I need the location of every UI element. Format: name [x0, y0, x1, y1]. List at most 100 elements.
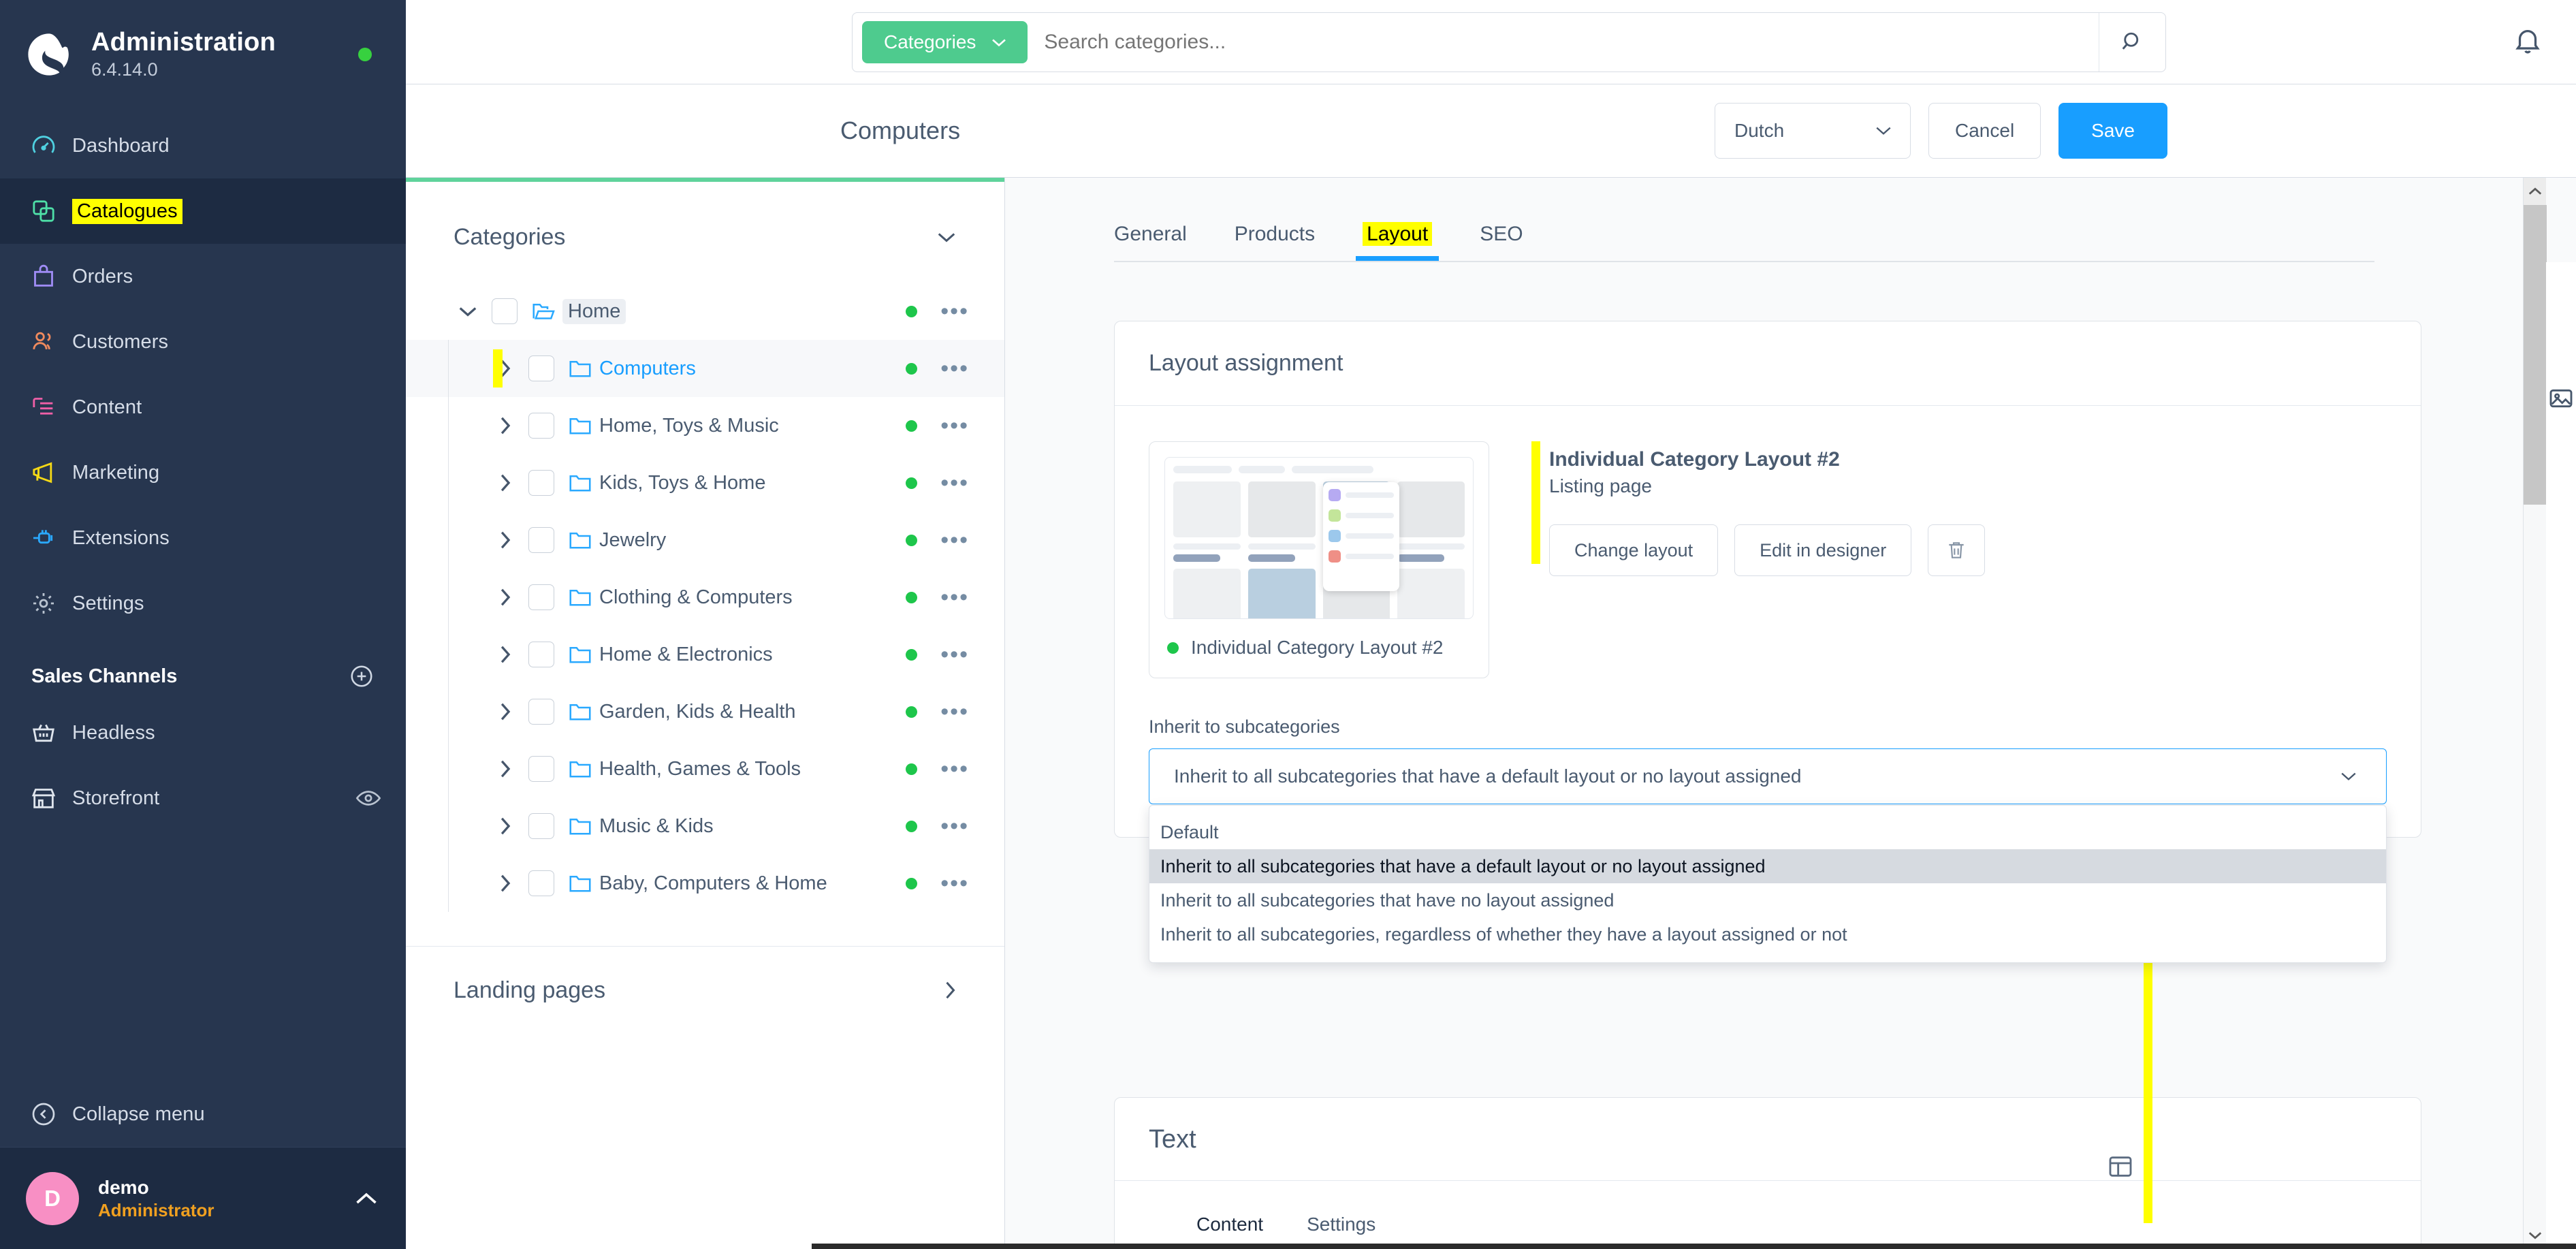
- search-scope-button[interactable]: Categories: [862, 21, 1028, 63]
- sidebar-item-marketing[interactable]: Marketing: [0, 440, 406, 505]
- tree-row[interactable]: Home •••: [406, 283, 1004, 340]
- tree-row-label[interactable]: Clothing & Computers: [599, 586, 793, 609]
- tree-row-context-menu-icon[interactable]: •••: [940, 357, 969, 380]
- chevron-right-icon[interactable]: [485, 415, 524, 436]
- tree-row-label[interactable]: Baby, Computers & Home: [599, 872, 827, 895]
- chevron-right-icon[interactable]: [485, 358, 524, 379]
- add-sales-channel-icon[interactable]: [349, 663, 375, 689]
- thumb-price: [1397, 554, 1445, 562]
- tree-row[interactable]: Garden, Kids & Health •••: [406, 683, 1004, 740]
- tree-row-checkbox[interactable]: [492, 298, 518, 324]
- tree-row-label[interactable]: Garden, Kids & Health: [599, 701, 796, 723]
- inherit-option[interactable]: Inherit to all subcategories, regardless…: [1149, 917, 2386, 951]
- scrollbar-thumb[interactable]: [2524, 205, 2547, 505]
- edit-in-designer-button[interactable]: Edit in designer: [1734, 524, 1912, 576]
- sidebar-item-content[interactable]: Content: [0, 375, 406, 440]
- tree-row-label[interactable]: Computers: [599, 358, 696, 380]
- tree-row[interactable]: Computers •••: [406, 340, 1004, 397]
- preview-eye-icon[interactable]: [355, 789, 381, 807]
- sidebar-item-dashboard[interactable]: Dashboard: [0, 113, 406, 178]
- inherit-option[interactable]: Inherit to all subcategories that have a…: [1149, 849, 2386, 883]
- scroll-up-button[interactable]: [2524, 178, 2546, 205]
- search-input[interactable]: [1044, 22, 2099, 63]
- collapse-menu-button[interactable]: Collapse menu: [0, 1081, 406, 1147]
- thumb-topbars: [1173, 466, 1465, 473]
- tree-row-context-menu-icon[interactable]: •••: [940, 643, 969, 666]
- chevron-right-icon[interactable]: [485, 873, 524, 894]
- tree-row[interactable]: Home, Toys & Music •••: [406, 397, 1004, 454]
- sidebar-item-extensions[interactable]: Extensions: [0, 505, 406, 571]
- tree-row-checkbox[interactable]: [528, 870, 554, 896]
- tree-row-checkbox[interactable]: [528, 813, 554, 839]
- tree-row-label[interactable]: Jewelry: [599, 529, 666, 552]
- search-icon[interactable]: [2099, 13, 2165, 72]
- sidebar-item-settings[interactable]: Settings: [0, 571, 406, 636]
- chevron-right-icon[interactable]: [485, 816, 524, 836]
- tree-row-checkbox[interactable]: [528, 413, 554, 439]
- vertical-scrollbar[interactable]: [2523, 178, 2547, 1249]
- tree-row-label[interactable]: Home: [562, 298, 626, 324]
- tree-row-context-menu-icon[interactable]: •••: [940, 700, 969, 723]
- tree-row[interactable]: Clothing & Computers •••: [406, 569, 1004, 626]
- layout-preview-card[interactable]: Individual Category Layout #2: [1149, 441, 1489, 678]
- inherit-select[interactable]: Inherit to all subcategories that have a…: [1149, 748, 2387, 804]
- tree-row-context-menu-icon[interactable]: •••: [940, 815, 969, 838]
- inherit-option[interactable]: Inherit to all subcategories that have n…: [1149, 883, 2386, 917]
- chevron-up-icon[interactable]: [354, 1191, 379, 1206]
- tree-row-checkbox[interactable]: [528, 642, 554, 667]
- tree-row-context-menu-icon[interactable]: •••: [940, 300, 969, 323]
- tree-row[interactable]: Health, Games & Tools •••: [406, 740, 1004, 797]
- sales-channel-item-headless[interactable]: Headless: [0, 700, 406, 765]
- tree-row-checkbox[interactable]: [528, 470, 554, 496]
- delete-layout-button[interactable]: [1928, 524, 1986, 576]
- tree-row[interactable]: Kids, Toys & Home •••: [406, 454, 1004, 511]
- tree-row-checkbox[interactable]: [528, 355, 554, 381]
- tab-general[interactable]: General: [1114, 223, 1187, 261]
- tab-seo[interactable]: SEO: [1480, 223, 1523, 261]
- chevron-right-icon[interactable]: [485, 701, 524, 722]
- tree-row-context-menu-icon[interactable]: •••: [940, 872, 969, 895]
- change-layout-button[interactable]: Change layout: [1549, 524, 1719, 576]
- tree-rail: [448, 340, 449, 397]
- language-select[interactable]: Dutch: [1715, 103, 1911, 159]
- sidebar-item-customers[interactable]: Customers: [0, 309, 406, 375]
- shopware-logo-icon: [25, 30, 74, 79]
- media-image-icon[interactable]: [2547, 385, 2575, 412]
- tree-row-checkbox[interactable]: [528, 584, 554, 610]
- cancel-button[interactable]: Cancel: [1928, 103, 2041, 159]
- sales-channel-item-storefront[interactable]: Storefront: [0, 765, 406, 831]
- tree-row[interactable]: Home & Electronics •••: [406, 626, 1004, 683]
- save-button[interactable]: Save: [2058, 103, 2167, 159]
- user-bar[interactable]: D demo Administrator: [0, 1147, 406, 1249]
- tree-row-checkbox[interactable]: [528, 699, 554, 725]
- notifications-bell-icon[interactable]: [2512, 26, 2543, 57]
- tree-row-context-menu-icon[interactable]: •••: [940, 471, 969, 494]
- tree-row-label[interactable]: Health, Games & Tools: [599, 758, 801, 780]
- tree-row[interactable]: Baby, Computers & Home •••: [406, 855, 1004, 912]
- chevron-right-icon[interactable]: [485, 759, 524, 779]
- sidebar-item-orders[interactable]: Orders: [0, 244, 406, 309]
- inherit-option[interactable]: Default: [1149, 815, 2386, 849]
- tree-row[interactable]: Music & Kids •••: [406, 797, 1004, 855]
- categories-collapse-icon[interactable]: [936, 231, 957, 244]
- chevron-right-icon[interactable]: [485, 644, 524, 665]
- tree-row-label[interactable]: Music & Kids: [599, 815, 714, 838]
- tree-row-context-menu-icon[interactable]: •••: [940, 528, 969, 552]
- tree-row[interactable]: Jewelry •••: [406, 511, 1004, 569]
- tree-row-label[interactable]: Kids, Toys & Home: [599, 472, 765, 494]
- tab-layout[interactable]: Layout: [1356, 222, 1440, 261]
- chevron-right-icon[interactable]: [485, 473, 524, 493]
- tree-row-context-menu-icon[interactable]: •••: [940, 414, 969, 437]
- tree-row-checkbox[interactable]: [528, 756, 554, 782]
- chevron-right-icon[interactable]: [485, 530, 524, 550]
- tab-products[interactable]: Products: [1235, 223, 1315, 261]
- landing-pages-row[interactable]: Landing pages: [406, 947, 1004, 1034]
- tree-row-label[interactable]: Home, Toys & Music: [599, 415, 779, 437]
- tree-row-checkbox[interactable]: [528, 527, 554, 553]
- chevron-down-icon[interactable]: [448, 305, 488, 318]
- sidebar-item-catalogues[interactable]: Catalogues: [0, 178, 406, 244]
- tree-row-context-menu-icon[interactable]: •••: [940, 586, 969, 609]
- tree-row-context-menu-icon[interactable]: •••: [940, 757, 969, 780]
- chevron-right-icon[interactable]: [485, 587, 524, 607]
- tree-row-label[interactable]: Home & Electronics: [599, 644, 773, 666]
